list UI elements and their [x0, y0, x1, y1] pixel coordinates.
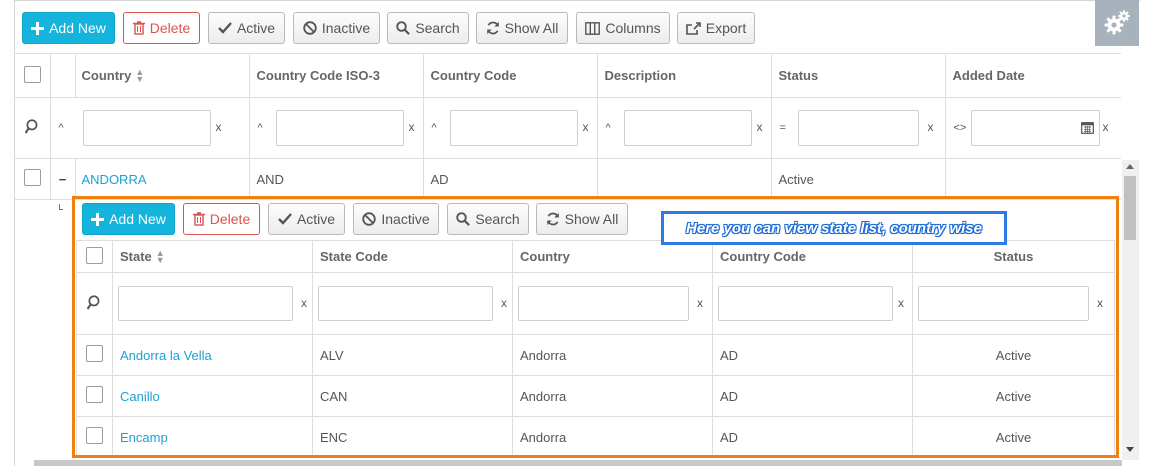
clear-filter-button[interactable]: x: [928, 120, 934, 134]
export-button[interactable]: Export: [677, 12, 755, 44]
row-checkbox[interactable]: [23, 169, 41, 186]
trash-icon: [132, 21, 145, 35]
country-header-row: Country ▲ ▼ Country Code ISO-3 Country Cod…: [15, 53, 1121, 98]
clear-filter-button[interactable]: x: [1103, 120, 1109, 134]
check-icon: [218, 22, 232, 34]
filter-op[interactable]: <>: [954, 122, 967, 134]
header-country-code-label: Country Code: [430, 68, 517, 83]
expander-header: [49, 53, 76, 98]
country-link[interactable]: ANDORRA: [82, 172, 147, 187]
columns-icon: [585, 21, 601, 35]
filter-search-cell: [15, 97, 51, 159]
cell-status: Active: [770, 158, 946, 200]
scroll-down-icon[interactable]: [1126, 447, 1134, 452]
search-label: Search: [415, 20, 460, 36]
select-all-cell: [15, 53, 51, 98]
vertical-scrollbar[interactable]: [1122, 160, 1139, 460]
filter-op[interactable]: =: [780, 122, 790, 134]
scroll-thumb[interactable]: [1124, 176, 1136, 240]
filter-added-date: <> x: [944, 97, 1121, 159]
active-label: Active: [236, 20, 276, 36]
header-added-date[interactable]: Added Date: [944, 53, 1121, 98]
calendar-icon[interactable]: [1080, 121, 1094, 134]
plus-icon: [31, 21, 45, 35]
search-icon: [396, 21, 411, 35]
refresh-icon: [486, 21, 499, 35]
header-added-date-label: Added Date: [952, 68, 1025, 83]
header-status-label: Status: [778, 68, 819, 83]
show-all-label: Show All: [504, 20, 559, 36]
country-filter-input[interactable]: [82, 110, 211, 146]
columns-label: Columns: [605, 20, 661, 36]
clear-filter-button[interactable]: x: [409, 120, 415, 134]
scroll-up-icon[interactable]: [1126, 164, 1134, 169]
filter-op[interactable]: ^: [59, 122, 69, 134]
added-date-filter-input[interactable]: [970, 110, 1100, 146]
cell-country-code: AD: [422, 158, 598, 200]
clear-filter-button[interactable]: x: [583, 120, 589, 134]
filter-description: ^ x: [596, 97, 772, 159]
add-new-label: Add New: [49, 20, 106, 36]
status-filter-input[interactable]: [797, 110, 919, 146]
export-icon: [685, 21, 701, 35]
header-country-code[interactable]: Country Code: [422, 53, 598, 98]
settings-gear-button[interactable]: [1095, 0, 1139, 46]
header-description[interactable]: Description: [596, 53, 772, 98]
cell-added-date: [944, 158, 1121, 200]
header-country[interactable]: Country ▲ ▼: [74, 53, 250, 98]
country-code-filter-input[interactable]: [449, 110, 578, 146]
filter-country: ^ x: [49, 97, 250, 159]
export-label: Export: [705, 20, 747, 36]
header-status[interactable]: Status: [770, 53, 946, 98]
collapse-icon[interactable]: −: [59, 172, 67, 187]
horizontal-scrollbar[interactable]: [34, 460, 1122, 466]
inactive-button[interactable]: Inactive: [293, 12, 380, 44]
country-filter-row: ^ x ^ x ^ x ^ x = x <> x: [15, 97, 1121, 159]
inactive-label: Inactive: [321, 20, 371, 36]
show-all-button[interactable]: Show All: [476, 12, 568, 44]
iso3-filter-input[interactable]: [275, 110, 404, 146]
clear-filter-button[interactable]: x: [757, 120, 763, 134]
filter-status: = x: [770, 97, 946, 159]
search-button[interactable]: Search: [387, 12, 469, 44]
ban-icon: [303, 21, 317, 35]
header-iso3[interactable]: Country Code ISO-3: [248, 53, 424, 98]
filter-iso3: ^ x: [248, 97, 424, 159]
cell-iso3: AND: [248, 158, 424, 200]
columns-button[interactable]: Columns: [576, 12, 670, 44]
delete-button[interactable]: Delete: [123, 12, 200, 44]
cell-country[interactable]: ANDORRA: [74, 158, 250, 200]
delete-label: Delete: [149, 20, 191, 36]
description-filter-input[interactable]: [623, 110, 752, 146]
active-button[interactable]: Active: [208, 12, 285, 44]
gears-icon: [1104, 10, 1130, 35]
select-all-checkbox[interactable]: [23, 65, 41, 83]
header-description-label: Description: [604, 68, 677, 83]
country-row[interactable]: − ANDORRA AND AD Active: [15, 158, 1121, 200]
search-icon: [24, 119, 38, 134]
header-country-label: Country: [81, 67, 132, 83]
row-expander[interactable]: −: [49, 158, 76, 200]
country-grid: Country ▲ ▼ Country Code ISO-3 Country Cod…: [15, 53, 1121, 200]
filter-country-code: ^ x: [422, 97, 598, 159]
add-new-button[interactable]: Add New: [22, 12, 115, 44]
header-iso3-label: Country Code ISO-3: [256, 68, 381, 83]
sort-icon: ▲ ▼: [135, 67, 145, 85]
filter-op[interactable]: ^: [258, 122, 268, 134]
callout-annotation: Here you can view state list, country wi…: [661, 211, 1007, 245]
filter-op[interactable]: ^: [432, 122, 442, 134]
row-select-cell: [15, 158, 51, 200]
clear-filter-button[interactable]: x: [216, 120, 222, 134]
cell-description: [596, 158, 772, 200]
child-row-indicator: [59, 204, 63, 210]
filter-op[interactable]: ^: [606, 122, 616, 134]
